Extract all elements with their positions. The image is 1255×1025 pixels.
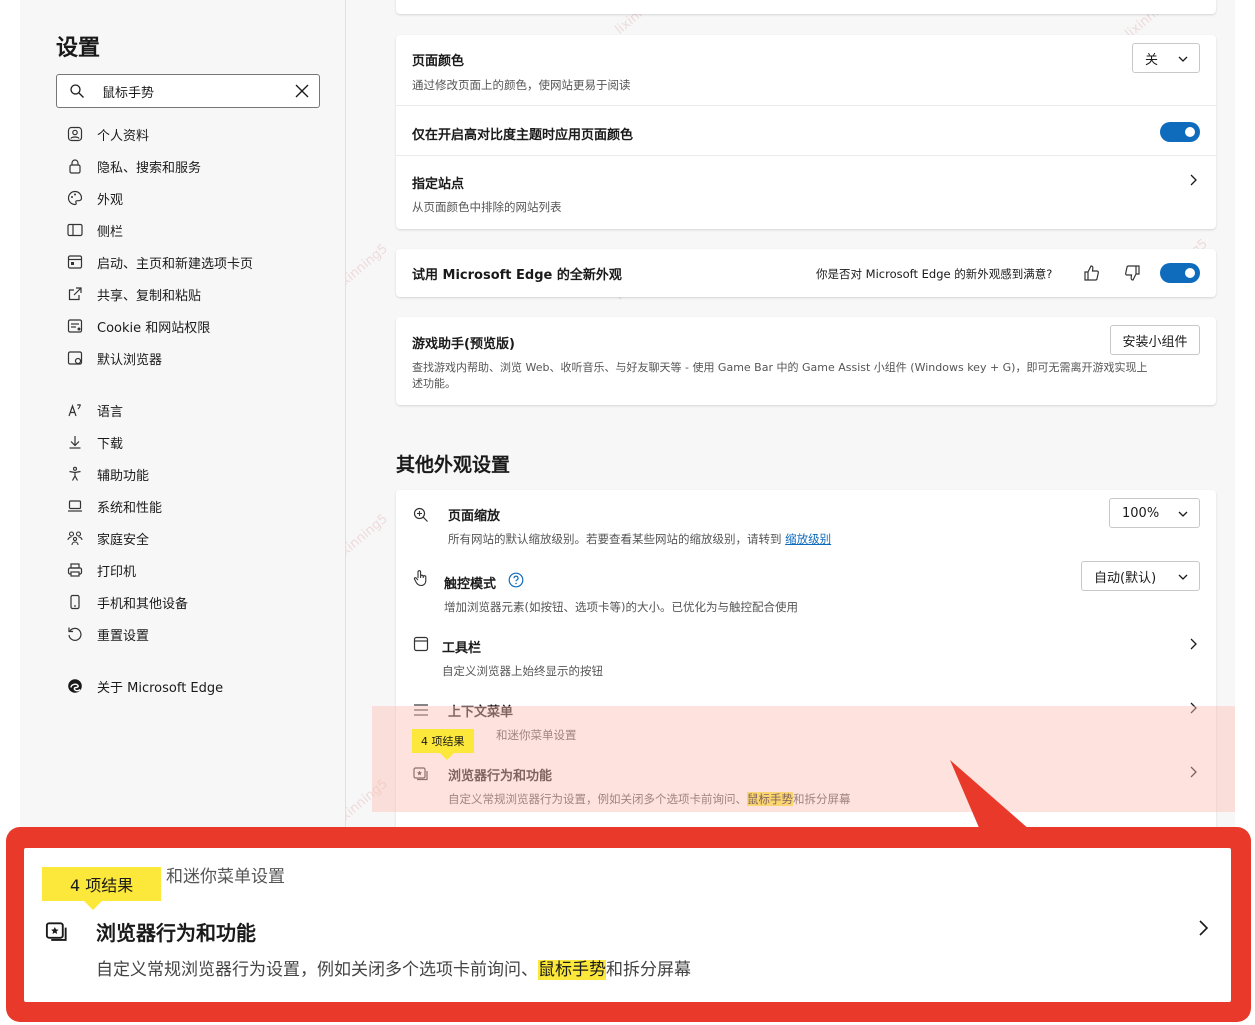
callout-title: 浏览器行为和功能 bbox=[96, 921, 256, 945]
callout-desc: 自定义常规浏览器行为设置，例如关闭多个选项卡前询问、鼠标手势和拆分屏幕 bbox=[96, 960, 691, 980]
zoom-callout-panel: 和迷你菜单设置 4 项结果 浏览器行为和功能 自定义常规浏览器行为设置，例如关闭… bbox=[24, 848, 1231, 1002]
chevron-right-icon[interactable] bbox=[1193, 918, 1213, 938]
callout-context-desc: 和迷你菜单设置 bbox=[166, 867, 285, 887]
search-match-highlight: 鼠标手势 bbox=[538, 960, 606, 980]
callout-results-badge: 4 项结果 bbox=[42, 867, 162, 910]
browser-behavior-icon bbox=[45, 922, 67, 941]
